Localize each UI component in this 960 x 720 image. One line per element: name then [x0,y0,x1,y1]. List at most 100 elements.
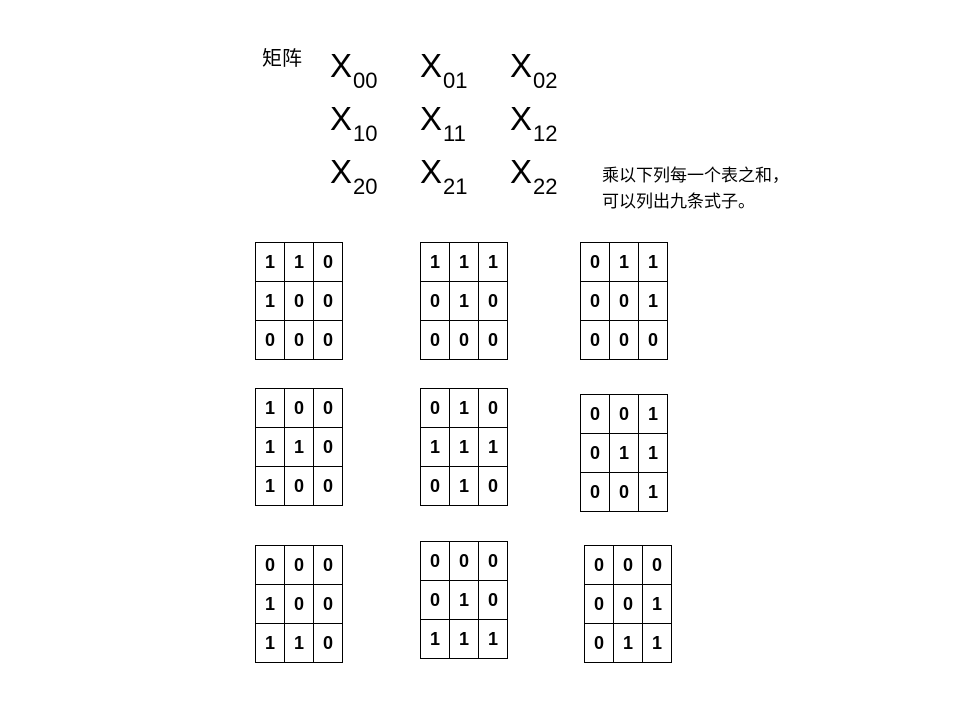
table-cell: 1 [420,242,450,282]
table-cell: 0 [584,545,614,585]
table-cell: 1 [255,281,285,321]
table-cell: 1 [284,427,314,467]
table-cell: 0 [478,580,508,620]
table-cell: 1 [449,281,479,321]
mask-table-8: 000 010 111 [420,541,508,659]
table-cell: 0 [478,541,508,581]
table-cell: 1 [255,242,285,282]
table-cell: 0 [609,281,639,321]
variable-x11: X11 [420,100,466,147]
table-cell: 1 [478,427,508,467]
table-cell: 0 [313,427,343,467]
table-cell: 0 [420,320,450,360]
table-cell: 1 [638,394,668,434]
table-cell: 0 [478,466,508,506]
table-cell: 0 [284,388,314,428]
table-cell: 1 [255,388,285,428]
table-cell: 0 [313,623,343,663]
table-cell: 0 [313,388,343,428]
table-cell: 1 [638,281,668,321]
table-cell: 0 [609,320,639,360]
note-line-2: 可以列出九条式子。 [602,192,755,212]
table-cell: 0 [313,466,343,506]
table-cell: 1 [255,584,285,624]
table-cell: 0 [613,584,643,624]
mask-table-5: 010 111 010 [420,388,508,506]
table-cell: 0 [255,545,285,585]
table-cell: 0 [478,281,508,321]
table-cell: 0 [478,388,508,428]
variable-grid: X00 X01 X02 X10 X11 X12 X20 X21 X22 [0,0,960,220]
table-cell: 0 [449,541,479,581]
note-line-1: 乘以下列每一个表之和， [602,166,789,186]
table-cell: 1 [255,427,285,467]
mask-table-7: 000 100 110 [255,545,343,663]
table-cell: 0 [420,541,450,581]
mask-table-9: 000 001 011 [584,545,672,663]
variable-x12: X12 [510,100,558,147]
table-cell: 0 [255,320,285,360]
table-cell: 1 [284,623,314,663]
mask-table-3: 011 001 000 [580,242,668,360]
mask-table-6: 001 011 001 [580,394,668,512]
variable-x00: X00 [330,47,378,94]
table-cell: 0 [580,472,610,512]
table-cell: 0 [313,320,343,360]
mask-table-4: 100 110 100 [255,388,343,506]
table-cell: 0 [642,545,672,585]
table-cell: 0 [584,584,614,624]
table-cell: 1 [609,242,639,282]
table-cell: 1 [638,242,668,282]
variable-x02: X02 [510,47,558,94]
table-cell: 1 [449,466,479,506]
table-cell: 1 [449,619,479,659]
table-cell: 0 [584,623,614,663]
table-cell: 0 [284,281,314,321]
table-cell: 0 [609,394,639,434]
table-cell: 0 [284,466,314,506]
variable-x21: X21 [420,153,468,200]
table-cell: 1 [449,242,479,282]
table-cell: 1 [449,580,479,620]
table-cell: 0 [478,320,508,360]
table-cell: 1 [449,388,479,428]
table-cell: 1 [420,427,450,467]
table-cell: 0 [284,320,314,360]
variable-x22: X22 [510,153,558,200]
table-cell: 1 [642,584,672,624]
table-cell: 1 [609,433,639,473]
table-cell: 0 [449,320,479,360]
table-cell: 1 [284,242,314,282]
table-cell: 0 [580,394,610,434]
table-cell: 1 [642,623,672,663]
table-cell: 0 [638,320,668,360]
table-cell: 0 [420,466,450,506]
table-cell: 0 [580,281,610,321]
table-cell: 0 [420,388,450,428]
table-cell: 0 [284,584,314,624]
table-cell: 1 [638,472,668,512]
table-cell: 0 [580,242,610,282]
variable-x01: X01 [420,47,468,94]
table-cell: 0 [313,281,343,321]
mask-table-1: 110 100 000 [255,242,343,360]
table-cell: 0 [313,545,343,585]
instruction-note: 乘以下列每一个表之和， 可以列出九条式子。 [602,163,789,215]
table-cell: 0 [284,545,314,585]
mask-table-2: 111 010 000 [420,242,508,360]
table-cell: 1 [255,466,285,506]
table-cell: 1 [478,242,508,282]
variable-x20: X20 [330,153,378,200]
variable-x10: X10 [330,100,378,147]
table-cell: 1 [420,619,450,659]
table-cell: 0 [420,281,450,321]
table-cell: 1 [478,619,508,659]
table-cell: 1 [638,433,668,473]
table-cell: 0 [613,545,643,585]
table-cell: 1 [449,427,479,467]
table-cell: 0 [580,433,610,473]
table-cell: 0 [313,584,343,624]
table-cell: 0 [313,242,343,282]
table-cell: 0 [420,580,450,620]
table-cell: 1 [255,623,285,663]
